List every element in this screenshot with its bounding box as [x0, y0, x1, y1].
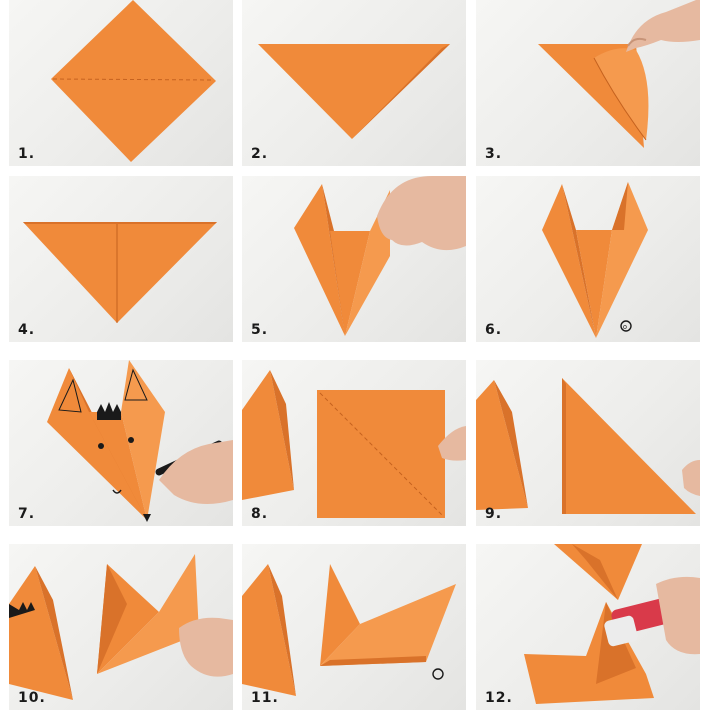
triangle-center-crease-figure — [23, 222, 217, 323]
step-label: 5. — [251, 322, 269, 338]
step-label: 2. — [251, 146, 269, 162]
step-panel-3: 3. — [476, 0, 700, 166]
step-label: 3. — [485, 146, 503, 162]
step-panel-12: 12. — [476, 544, 700, 710]
ear-fold-figure — [294, 176, 466, 336]
step-label: 7. — [18, 506, 36, 522]
tail-folding-figure — [9, 554, 233, 700]
fox-face-drawing-figure — [47, 360, 233, 522]
step-label: 8. — [251, 506, 269, 522]
step-panel-10: 10. — [9, 544, 233, 710]
paper-diamond-figure — [51, 0, 216, 162]
step-label: 1. — [18, 146, 36, 162]
step-panel-9: 9. — [476, 360, 700, 526]
glue-assembly-figure — [524, 544, 700, 704]
folded-triangle-figure — [258, 44, 450, 139]
step-panel-7: 7. — [9, 360, 233, 526]
step-label: 10. — [18, 690, 46, 706]
step-panel-5: 5. — [242, 176, 466, 342]
step-panel-2: 2. — [242, 0, 466, 166]
corner-fold-figure — [538, 0, 700, 148]
triangle-tail-figure — [476, 378, 700, 514]
folded-tail-figure — [242, 564, 456, 696]
step-label: 11. — [251, 690, 279, 706]
step-panel-4: 4. — [9, 176, 233, 342]
step-panel-6: o 6. — [476, 176, 700, 342]
step-panel-11: 11. — [242, 544, 466, 710]
svg-text:o: o — [623, 324, 627, 331]
step-panel-8: 8. — [242, 360, 466, 526]
step-label: 9. — [485, 506, 503, 522]
step-label: 4. — [18, 322, 36, 338]
square-paper-figure — [242, 370, 466, 518]
step-label: 6. — [485, 322, 503, 338]
step-panel-1: 1. — [9, 0, 233, 166]
instruction-grid: 1. 2. 3. 4. 5. o 6. 7. 8. 9. 10. 11. 12. — [0, 0, 710, 710]
step-label: 12. — [485, 690, 513, 706]
fox-head-base-figure: o — [542, 182, 648, 338]
